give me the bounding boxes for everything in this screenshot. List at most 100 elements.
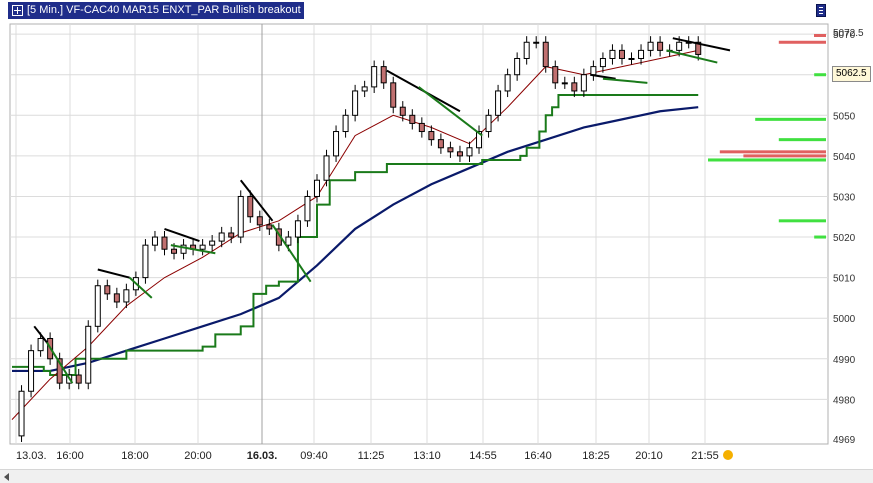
list-settings-icon[interactable] — [816, 4, 826, 17]
candle-body — [94, 285, 101, 327]
chart-title-bar[interactable]: [5 Min.] VF-CAC40 MAR15 ENXT_PAR Bullish… — [8, 2, 304, 19]
x-tick-label: 20:10 — [635, 450, 663, 462]
candle-body — [599, 57, 606, 68]
y-tick-label: 5020 — [833, 233, 856, 244]
y-tick-label: 4980 — [833, 395, 856, 406]
candle-body — [228, 232, 235, 238]
candle-body — [209, 240, 216, 246]
y-bottom-label: 4969 — [833, 435, 856, 446]
candle-body — [542, 41, 549, 68]
x-tick-label: 14:55 — [469, 450, 497, 462]
candle-body — [428, 131, 435, 141]
volume-profile-bar — [778, 40, 826, 44]
candle-body — [85, 325, 92, 384]
y-tick-label: 5030 — [833, 192, 856, 203]
current-price-label: 5062.5 — [832, 66, 871, 82]
candle-body — [466, 147, 473, 157]
candle-body — [447, 147, 454, 153]
candle-body — [571, 82, 578, 92]
candle-body — [104, 285, 111, 295]
x-tick-label: 11:25 — [358, 450, 385, 462]
candle-body — [237, 195, 244, 238]
candle-body — [323, 155, 330, 181]
candle-body — [333, 131, 340, 157]
candle-body — [399, 106, 406, 116]
candle-body — [638, 49, 645, 59]
y-tick-label: 5000 — [833, 314, 856, 325]
candle-body — [552, 66, 559, 84]
price-chart[interactable]: 4980499050005010502050305040505050605070… — [0, 0, 873, 482]
candle-body — [390, 82, 397, 108]
candle-body — [523, 41, 530, 59]
candle-body — [218, 232, 225, 242]
chart-title: [5 Min.] VF-CAC40 MAR15 ENXT_PAR Bullish… — [27, 4, 301, 16]
candle-body — [533, 41, 540, 44]
x-tick-label: 21:55 — [691, 450, 719, 462]
volume-profile-bar — [743, 154, 826, 158]
candle-body — [580, 74, 587, 92]
candle-body — [142, 244, 149, 279]
candle-body — [199, 244, 206, 250]
candle-body — [647, 41, 654, 51]
volume-profile-bar — [814, 235, 826, 239]
candle-body — [676, 41, 683, 51]
plus-box-icon[interactable] — [12, 5, 23, 16]
candle-body — [609, 49, 616, 59]
candle-body — [18, 390, 25, 437]
candle-body — [342, 114, 349, 133]
candle-body — [371, 66, 378, 88]
candle-body — [352, 90, 359, 116]
candle-body — [313, 179, 320, 197]
x-tick-label: 18:00 — [121, 450, 149, 462]
x-tick-label: 13.03. — [16, 450, 47, 462]
candle-body — [294, 220, 301, 238]
candle-body — [657, 41, 664, 51]
volume-profile-bar — [719, 150, 826, 154]
orange-dot-icon — [723, 450, 733, 460]
candle-body — [113, 293, 120, 303]
candle-body — [495, 90, 502, 116]
candle-body — [514, 57, 521, 76]
x-tick-label: 20:00 — [184, 450, 212, 462]
candle-body — [285, 236, 292, 246]
candle-body — [123, 289, 130, 303]
horizontal-scrollbar[interactable] — [0, 469, 873, 483]
candle-body — [628, 57, 635, 60]
top-profile-bar — [814, 34, 826, 37]
x-tick-label: 13:10 — [413, 450, 441, 462]
candle-body — [256, 216, 263, 226]
x-tick-label: 18:25 — [582, 450, 610, 462]
y-top-label: 5072.5 — [833, 28, 864, 39]
candle-body — [418, 122, 425, 133]
candle-body — [618, 49, 625, 59]
candle-body — [161, 236, 168, 250]
volume-profile-bar — [778, 219, 826, 223]
x-tick-label: 16:00 — [56, 450, 84, 462]
candle-body — [456, 151, 463, 157]
x-tick-label: 09:40 — [300, 450, 328, 462]
candle-body — [409, 114, 416, 124]
candle-body — [361, 86, 368, 92]
y-tick-label: 4990 — [833, 355, 856, 366]
x-tick-label: 16:40 — [524, 450, 552, 462]
candle-body — [437, 139, 444, 149]
candle-body — [590, 66, 597, 76]
candle-body — [485, 114, 492, 133]
candle-body — [171, 248, 178, 254]
volume-profile-bar — [778, 138, 826, 142]
candle-body — [28, 350, 35, 392]
y-tick-label: 5040 — [833, 152, 856, 163]
candle-body — [75, 374, 82, 384]
x-tick-label: 16.03. — [247, 450, 278, 462]
candle-body — [504, 74, 511, 92]
volume-profile-bar — [814, 73, 826, 77]
candle-body — [247, 195, 254, 218]
candle-body — [380, 66, 387, 84]
candle-body — [37, 337, 44, 352]
y-tick-label: 5050 — [833, 111, 856, 122]
candle-body — [304, 195, 311, 222]
chart-window: 4980499050005010502050305040505050605070… — [0, 0, 873, 483]
y-tick-label: 5010 — [833, 274, 856, 285]
triangle-left-icon[interactable] — [4, 473, 9, 481]
candle-body — [151, 236, 158, 246]
